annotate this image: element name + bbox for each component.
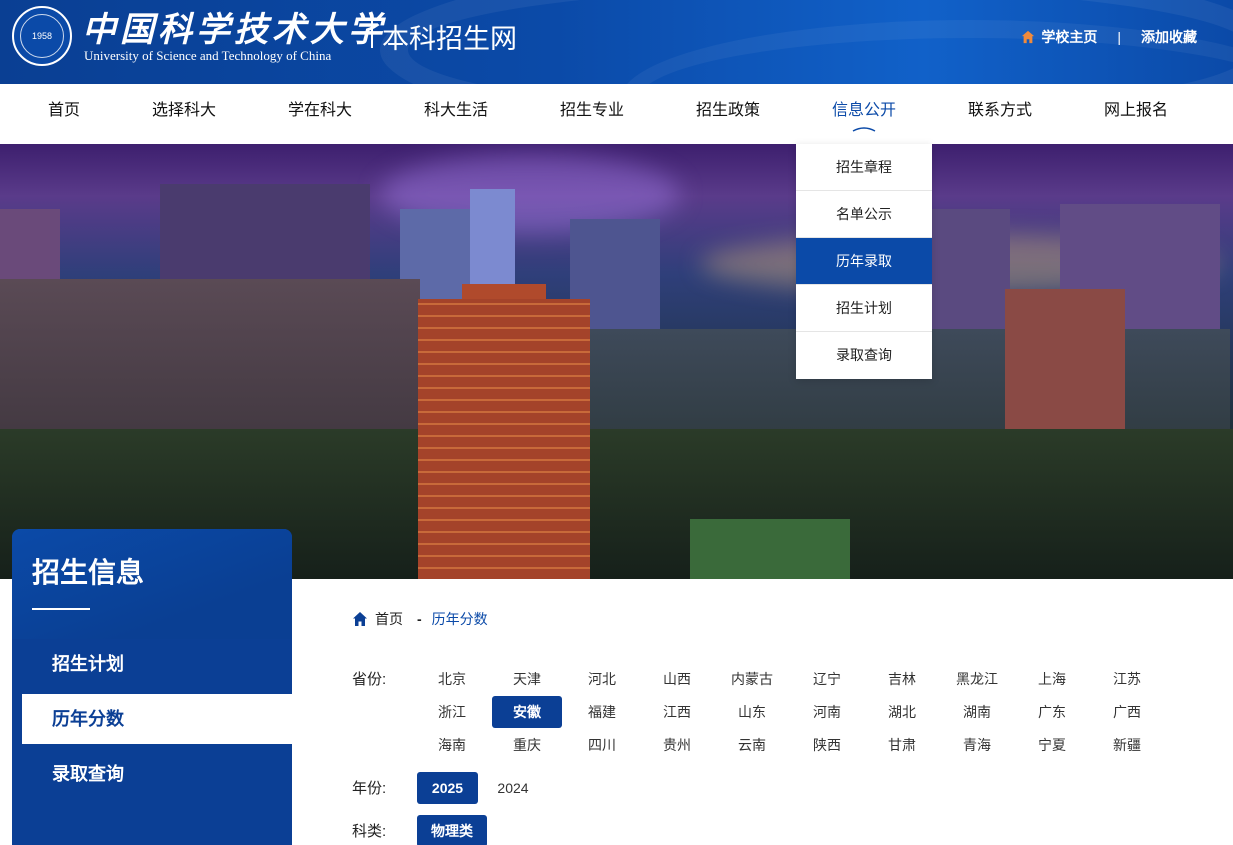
province-option[interactable]: 福建: [567, 696, 637, 728]
province-option[interactable]: 广西: [1092, 696, 1162, 728]
logo-divider: [371, 18, 373, 48]
year-label: 年份:: [352, 780, 387, 797]
nav-item-home[interactable]: 首页: [48, 84, 80, 144]
province-option[interactable]: 海南: [417, 729, 487, 761]
nav-item-study[interactable]: 学在科大: [288, 84, 352, 144]
category-option-physics[interactable]: 物理类: [417, 815, 487, 845]
site-subtitle[interactable]: 本科招生网: [382, 17, 517, 56]
info-disclosure-dropdown: 招生章程 名单公示 历年录取 招生计划 录取查询: [796, 144, 932, 379]
province-option[interactable]: 浙江: [417, 696, 487, 728]
nav-item-policy[interactable]: 招生政策: [696, 84, 760, 144]
province-option[interactable]: 天津: [492, 663, 562, 695]
province-option[interactable]: 宁夏: [1017, 729, 1087, 761]
province-option[interactable]: 江西: [642, 696, 712, 728]
breadcrumb-separator: -: [417, 611, 422, 627]
province-option[interactable]: 辽宁: [792, 663, 862, 695]
province-option[interactable]: 甘肃: [867, 729, 937, 761]
site-header: 1958 中国科学技术大学 University of Science and …: [0, 0, 1233, 84]
add-favorite-link[interactable]: 添加收藏: [1141, 27, 1197, 47]
province-option[interactable]: 吉林: [867, 663, 937, 695]
province-option[interactable]: 青海: [942, 729, 1012, 761]
province-option[interactable]: 河南: [792, 696, 862, 728]
category-label: 科类:: [352, 823, 387, 840]
province-option[interactable]: 北京: [417, 663, 487, 695]
home-icon: [1022, 30, 1035, 44]
top-links: 学校主页 | 添加收藏: [1021, 27, 1197, 47]
nav-item-apply-online[interactable]: 网上报名: [1104, 84, 1168, 144]
university-seal-logo[interactable]: 1958: [12, 6, 72, 66]
province-option[interactable]: 广东: [1017, 696, 1087, 728]
year-option-2025[interactable]: 2025: [417, 772, 478, 804]
dropdown-item-list-announcement[interactable]: 名单公示: [796, 191, 932, 238]
dropdown-item-enrollment-plan[interactable]: 招生计划: [796, 285, 932, 332]
province-option[interactable]: 山西: [642, 663, 712, 695]
province-option[interactable]: 陕西: [792, 729, 862, 761]
sidebar-item-past-scores[interactable]: 历年分数: [22, 694, 292, 744]
dropdown-item-admission-query[interactable]: 录取查询: [796, 332, 932, 379]
province-option[interactable]: 黑龙江: [942, 663, 1012, 695]
breadcrumb-home-link[interactable]: 首页: [375, 609, 403, 629]
sidebar-header: 招生信息: [12, 529, 292, 639]
nav-item-info-disclosure[interactable]: 信息公开: [832, 84, 897, 144]
nav-item-majors[interactable]: 招生专业: [560, 84, 624, 144]
province-option[interactable]: 湖北: [867, 696, 937, 728]
nav-item-choose-ustc[interactable]: 选择科大: [152, 84, 216, 144]
province-option[interactable]: 安徽: [492, 696, 562, 728]
province-option[interactable]: 河北: [567, 663, 637, 695]
campus-tower: [418, 299, 590, 579]
sidebar-title-underline: [32, 608, 90, 610]
dropdown-item-admission-charter[interactable]: 招生章程: [796, 144, 932, 191]
link-divider: |: [1117, 29, 1121, 45]
school-home-link[interactable]: 学校主页: [1041, 27, 1097, 47]
breadcrumb-home-icon: [353, 612, 367, 626]
breadcrumb-current: 历年分数: [431, 611, 488, 627]
province-option[interactable]: 四川: [567, 729, 637, 761]
sidebar-item-enrollment-plan[interactable]: 招生计划: [22, 639, 292, 689]
province-label: 省份:: [352, 671, 387, 688]
sidebar-item-admission-query[interactable]: 录取查询: [22, 749, 292, 799]
sidebar-title: 招生信息: [32, 557, 145, 588]
province-option[interactable]: 重庆: [492, 729, 562, 761]
nav-item-life[interactable]: 科大生活: [424, 84, 488, 144]
province-option[interactable]: 上海: [1017, 663, 1087, 695]
province-option[interactable]: 江苏: [1092, 663, 1162, 695]
university-name-en: University of Science and Technology of …: [84, 48, 332, 63]
seal-year: 1958: [20, 14, 64, 58]
province-option[interactable]: 湖南: [942, 696, 1012, 728]
breadcrumb: 首页 - 历年分数: [352, 609, 488, 629]
nav-item-info-disclosure-label: 信息公开: [832, 102, 897, 119]
province-option[interactable]: 云南: [717, 729, 787, 761]
nav-item-contact[interactable]: 联系方式: [968, 84, 1032, 144]
year-option-2024[interactable]: 2024: [486, 772, 540, 804]
province-option[interactable]: 内蒙古: [717, 663, 787, 695]
dropdown-item-past-admissions[interactable]: 历年录取: [796, 238, 932, 285]
campus-night-banner: [0, 144, 1233, 579]
university-name-cn[interactable]: 中国科学技术大学: [82, 2, 386, 51]
province-option[interactable]: 山东: [717, 696, 787, 728]
main-nav: 首页 选择科大 学在科大 科大生活 招生专业 招生政策 信息公开 联系方式 网上…: [0, 84, 1233, 144]
province-option[interactable]: 贵州: [642, 729, 712, 761]
sidebar: 招生信息 招生计划 历年分数 录取查询: [12, 529, 292, 845]
province-option[interactable]: 新疆: [1092, 729, 1162, 761]
active-underline-icon: [852, 127, 875, 132]
